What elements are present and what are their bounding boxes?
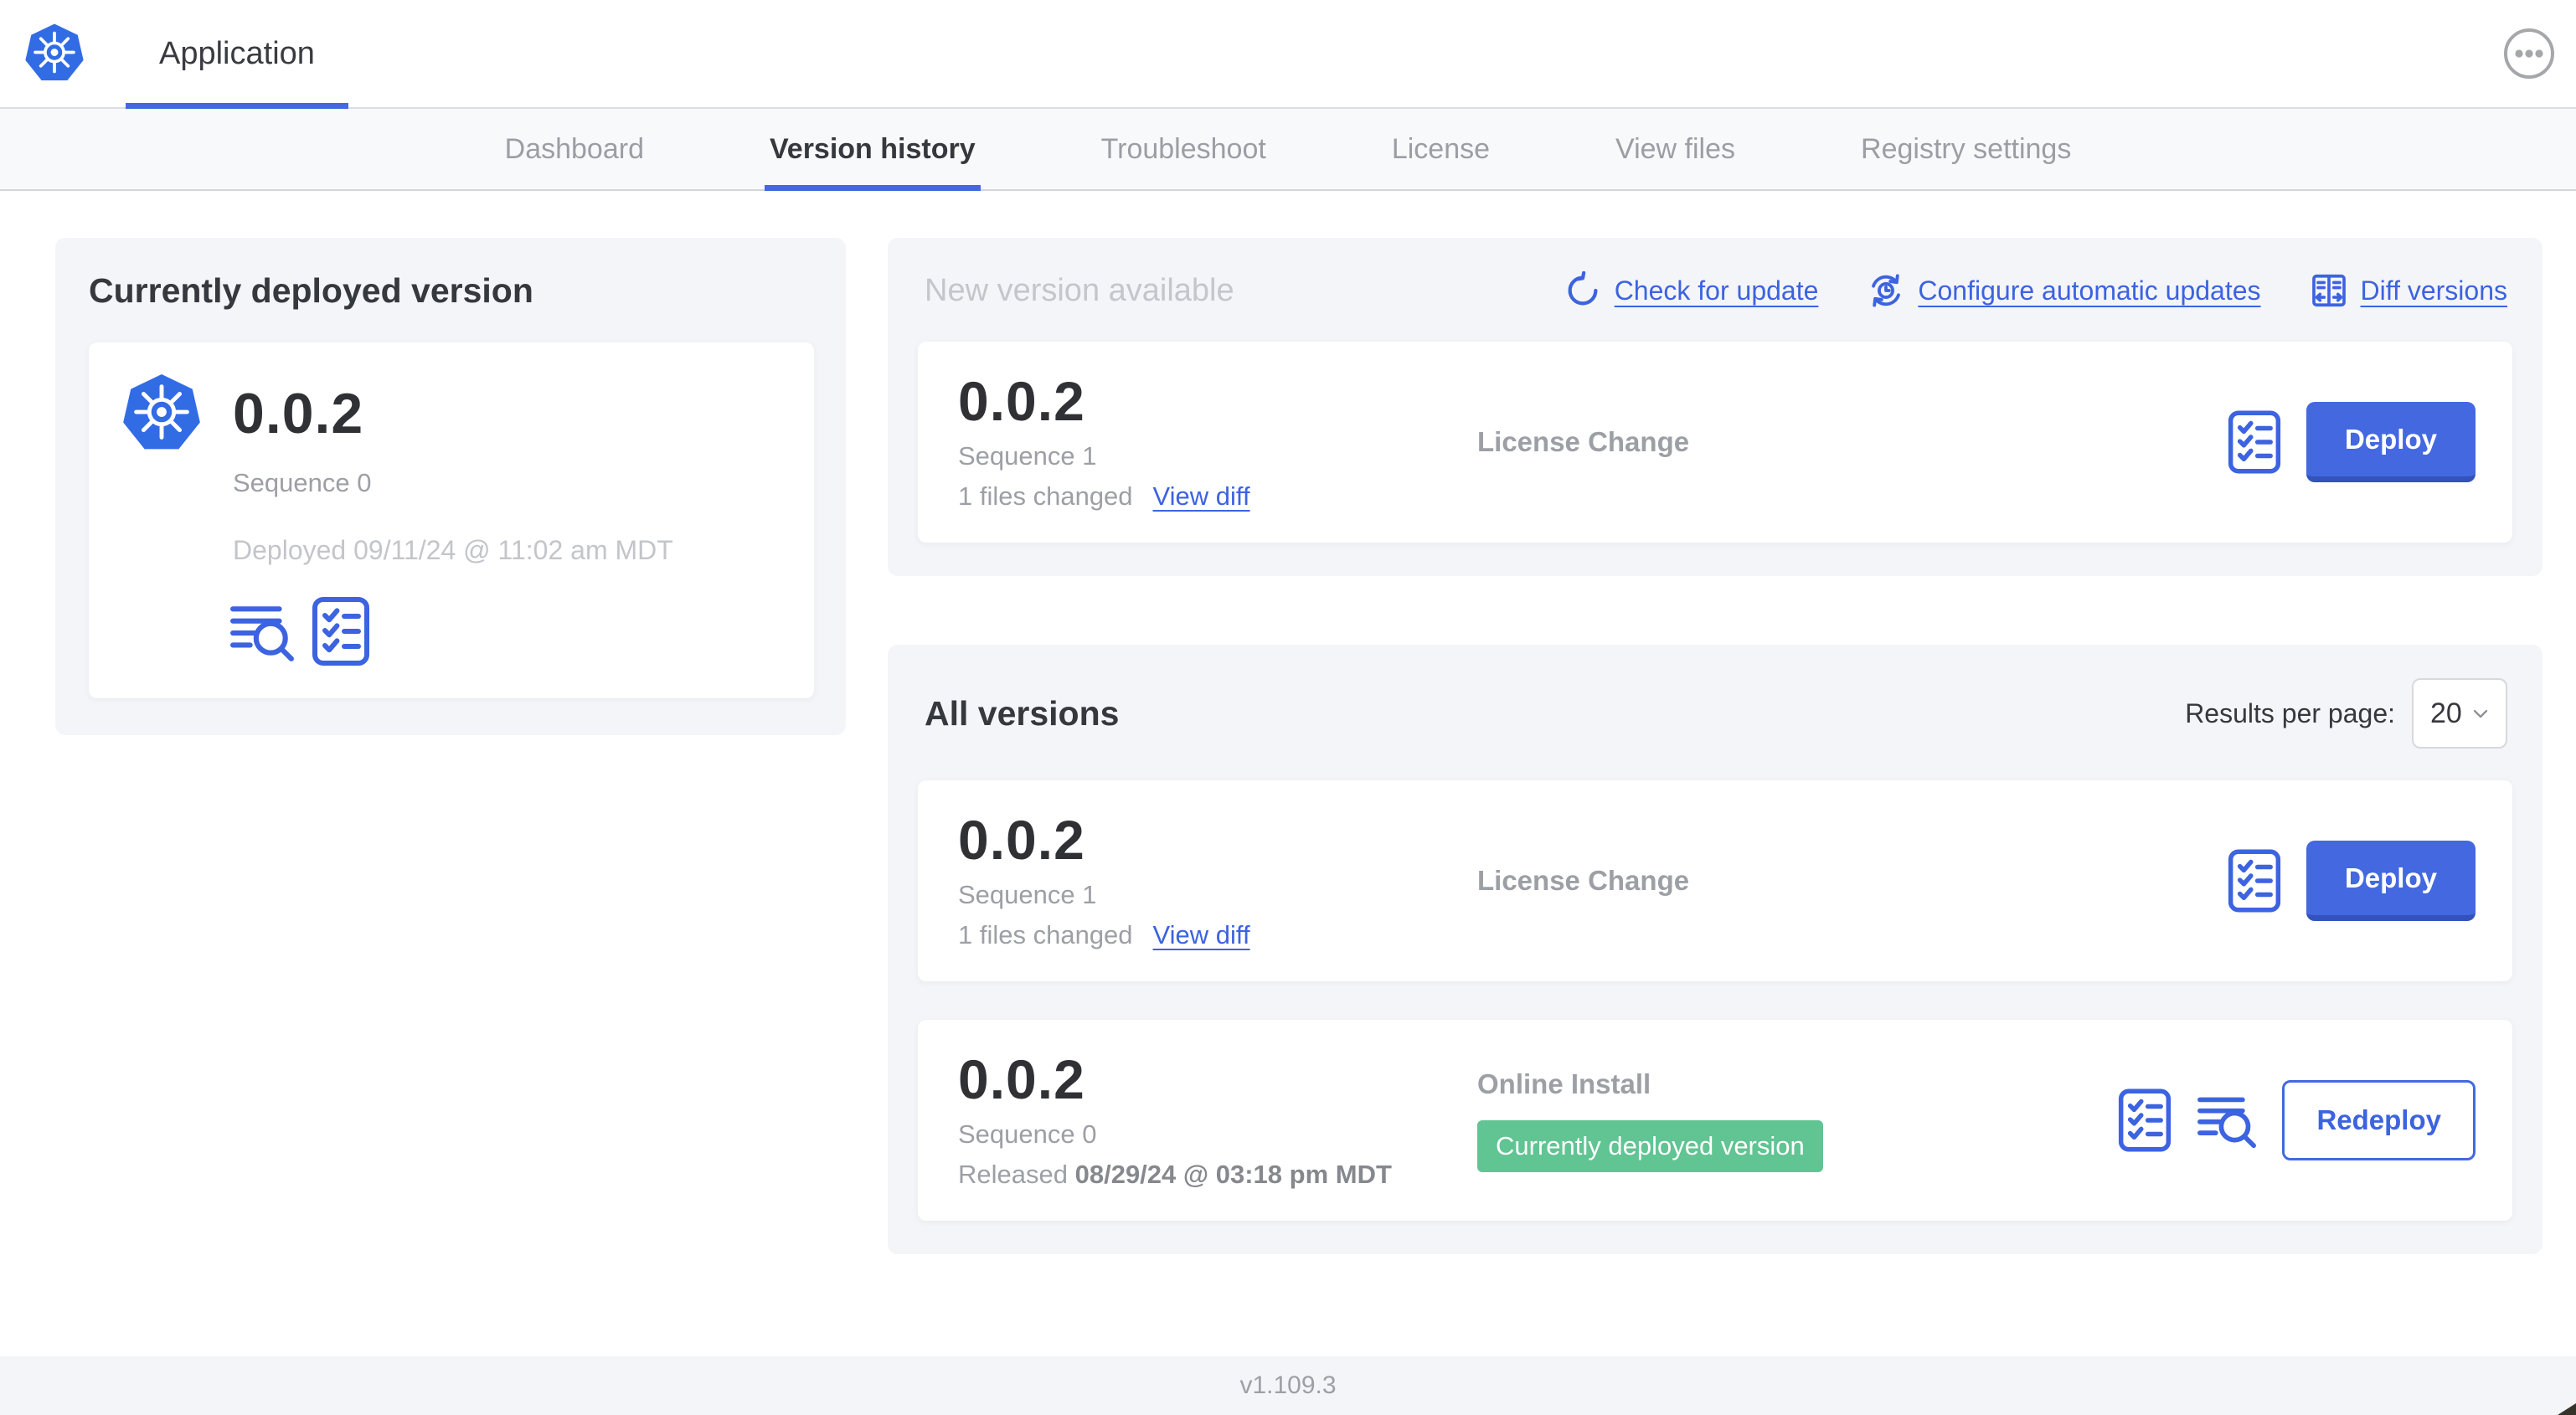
view-diff-link[interactable]: View diff: [1153, 920, 1250, 950]
redeploy-button[interactable]: Redeploy: [2282, 1080, 2476, 1160]
preflight-checklist-icon: [2118, 1088, 2172, 1153]
currently-deployed-panel: Currently deployed version 0.0.2 Sequenc…: [55, 238, 846, 735]
kubernetes-logo-icon: [121, 373, 203, 455]
version-sequence: Sequence 1: [958, 440, 1097, 471]
preflight-checklist-icon: [2228, 409, 2281, 475]
tab-registry-settings[interactable]: Registry settings: [1861, 109, 2071, 189]
tab-version-history[interactable]: Version history: [764, 109, 981, 191]
active-tab-underline: [126, 103, 348, 109]
currently-deployed-badge: Currently deployed version: [1477, 1120, 1823, 1172]
current-version-sequence: Sequence 0: [233, 468, 372, 497]
preflight-checks-button[interactable]: [2228, 409, 2281, 475]
preflight-checks-button[interactable]: [2118, 1088, 2172, 1153]
version-source-label: License Change: [1477, 865, 1690, 896]
currently-deployed-heading: Currently deployed version: [89, 271, 533, 310]
tab-view-files[interactable]: View files: [1615, 109, 1735, 189]
app-title: Application: [159, 35, 315, 71]
version-source-label: License Change: [1477, 426, 1690, 457]
files-changed-label: 1 files changed: [958, 919, 1133, 949]
current-version-number: 0.0.2: [233, 382, 364, 445]
tab-license[interactable]: License: [1392, 109, 1490, 189]
version-sequence: Sequence 1: [958, 879, 1097, 909]
view-logs-button[interactable]: [2197, 1092, 2257, 1149]
currently-deployed-card: 0.0.2 Sequence 0 Deployed 09/11/24 @ 11:…: [89, 342, 814, 698]
chevron-down-icon: [2469, 702, 2492, 725]
all-versions-heading: All versions: [925, 693, 1120, 733]
preflight-checklist-icon: [312, 596, 370, 666]
refresh-icon: [1564, 271, 1602, 310]
check-for-update-link[interactable]: Check for update: [1564, 271, 1818, 310]
version-source-label: Online Install: [1477, 1068, 1651, 1099]
version-row: 0.0.2 Sequence 0 Released 08/29/24 @ 03:…: [918, 1020, 2512, 1221]
deploy-button[interactable]: Deploy: [2306, 841, 2476, 921]
view-diff-link[interactable]: View diff: [1153, 481, 1250, 512]
auto-update-clock-icon: [1867, 271, 1905, 310]
preflight-checks-button[interactable]: [312, 596, 370, 666]
version-released-date: Released 08/29/24 @ 03:18 pm MDT: [958, 1159, 1392, 1189]
results-per-page-label: Results per page:: [2185, 697, 2395, 728]
diff-columns-icon: [2310, 271, 2348, 310]
new-version-row: 0.0.2 Sequence 1 1 files changed View di…: [918, 342, 2512, 543]
version-row: 0.0.2 Sequence 1 1 files changed View di…: [918, 780, 2512, 981]
deploy-button[interactable]: Deploy: [2306, 402, 2476, 482]
view-logs-icon: [2197, 1092, 2257, 1149]
new-version-panel: New version available Check for update C…: [888, 238, 2543, 576]
all-versions-panel: All versions Results per page: 20 0.0.2 …: [888, 645, 2543, 1254]
configure-automatic-updates-link[interactable]: Configure automatic updates: [1867, 271, 2261, 310]
version-number: 0.0.2: [958, 370, 1085, 433]
preflight-checks-button[interactable]: [2228, 848, 2281, 913]
results-per-page-select[interactable]: 20: [2412, 678, 2507, 749]
overflow-menu-button[interactable]: [2502, 27, 2556, 80]
version-number: 0.0.2: [958, 1048, 1085, 1111]
main-content: Currently deployed version 0.0.2 Sequenc…: [0, 191, 2576, 1254]
view-logs-button[interactable]: [229, 600, 295, 662]
kubernetes-logo-icon: [23, 23, 85, 85]
new-version-heading: New version available: [925, 272, 1234, 308]
tab-troubleshoot[interactable]: Troubleshoot: [1101, 109, 1266, 189]
ellipsis-menu-icon: [2502, 27, 2556, 80]
tab-dashboard[interactable]: Dashboard: [505, 109, 644, 189]
version-number: 0.0.2: [958, 809, 1085, 872]
version-sequence: Sequence 0: [958, 1119, 1097, 1149]
console-version: v1.109.3: [1239, 1371, 1337, 1399]
right-column: New version available Check for update C…: [888, 238, 2543, 1254]
app-header: Application: [0, 0, 2576, 109]
app-title-tab[interactable]: Application: [126, 0, 348, 109]
preflight-checklist-icon: [2228, 848, 2281, 913]
diff-versions-link[interactable]: Diff versions: [2310, 271, 2507, 310]
app-footer: v1.109.3: [0, 1356, 2576, 1415]
view-logs-icon: [229, 600, 295, 662]
section-nav: Dashboard Version history Troubleshoot L…: [0, 109, 2576, 191]
current-version-deployed-date: Deployed 09/11/24 @ 11:02 am MDT: [233, 535, 673, 565]
files-changed-label: 1 files changed: [958, 481, 1133, 511]
